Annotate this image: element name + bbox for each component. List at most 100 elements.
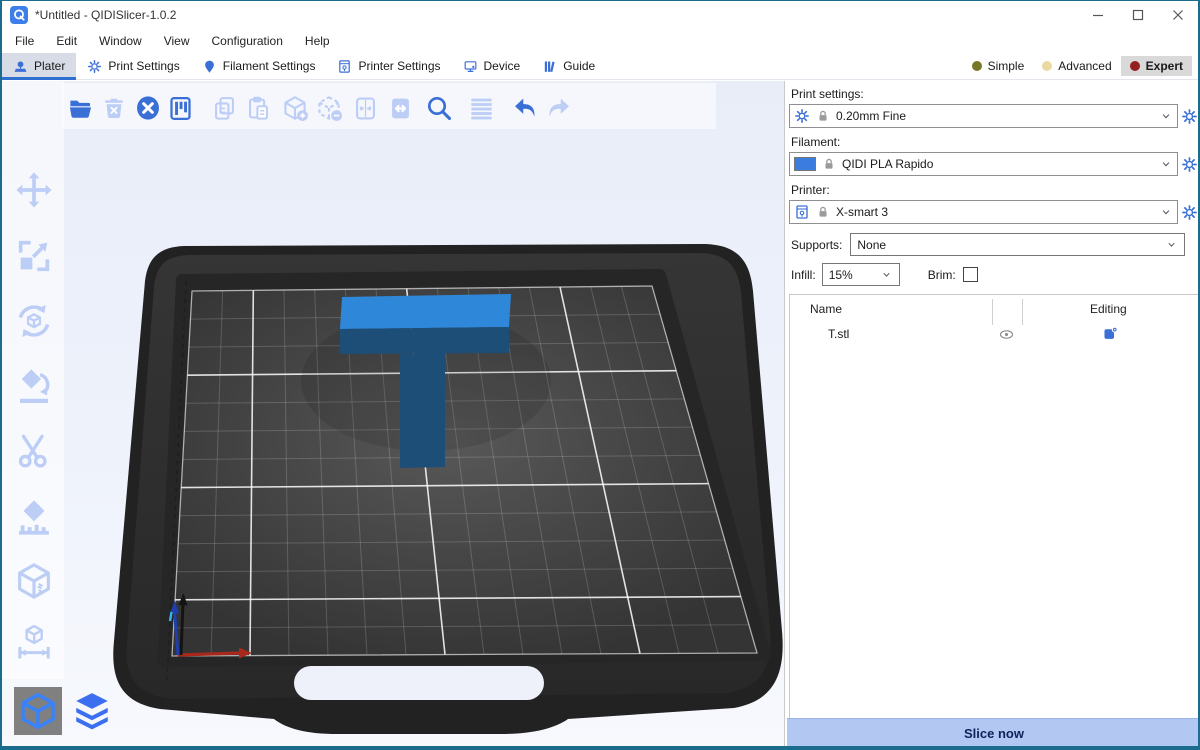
menu-window[interactable]: Window bbox=[88, 34, 153, 48]
menu-edit[interactable]: Edit bbox=[45, 34, 88, 48]
undo-button[interactable] bbox=[509, 90, 541, 126]
lock-icon bbox=[816, 205, 830, 219]
mode-label: Advanced bbox=[1058, 59, 1111, 73]
copy-button[interactable] bbox=[208, 90, 240, 126]
minimize-button[interactable] bbox=[1078, 1, 1118, 29]
chevron-down-icon bbox=[1159, 157, 1173, 171]
filament-gear-button[interactable] bbox=[1180, 152, 1198, 176]
printer-combo[interactable]: X-smart 3 bbox=[789, 200, 1178, 224]
mode-advanced[interactable]: Advanced bbox=[1033, 56, 1120, 76]
filament-combo[interactable]: QIDI PLA Rapido bbox=[789, 152, 1178, 176]
open-button[interactable] bbox=[64, 90, 96, 126]
titlebar: *Untitled - QIDISlicer-1.0.2 bbox=[2, 1, 1198, 29]
tab-plater[interactable]: Plater bbox=[2, 53, 76, 79]
maximize-button[interactable] bbox=[1118, 1, 1158, 29]
brim-checkbox[interactable] bbox=[963, 267, 978, 282]
gear-icon bbox=[87, 59, 102, 74]
delete-button[interactable] bbox=[98, 90, 130, 126]
mode-expert[interactable]: Expert bbox=[1121, 56, 1192, 76]
eye-icon[interactable] bbox=[998, 326, 1015, 343]
tab-printer-settings[interactable]: Printer Settings bbox=[326, 53, 451, 79]
split-to-objects-button[interactable] bbox=[349, 90, 381, 126]
column-divider bbox=[1022, 299, 1023, 325]
plater-icon bbox=[13, 59, 28, 74]
brim-label: Brim: bbox=[928, 268, 956, 282]
bed-handle-cutout bbox=[294, 666, 544, 700]
layers-icon bbox=[71, 690, 113, 732]
measure-button[interactable] bbox=[11, 617, 57, 665]
split-to-parts-button[interactable] bbox=[384, 90, 416, 126]
slice-now-button[interactable]: Slice now bbox=[787, 718, 1200, 747]
supports-label: Supports: bbox=[791, 238, 842, 252]
cube-icon bbox=[18, 691, 58, 731]
menu-configuration[interactable]: Configuration bbox=[201, 34, 294, 48]
remove-instance-button[interactable] bbox=[313, 90, 345, 126]
cut-button[interactable] bbox=[11, 427, 57, 475]
mode-switcher: Simple Advanced Expert bbox=[963, 53, 1198, 79]
variable-layer-height-button[interactable] bbox=[465, 90, 497, 126]
paint-supports-button[interactable] bbox=[11, 493, 57, 541]
print-settings-value: 0.20mm Fine bbox=[836, 109, 1153, 123]
print-settings-gear-button[interactable] bbox=[1180, 104, 1198, 128]
close-button[interactable] bbox=[1158, 1, 1198, 29]
tab-label: Plater bbox=[34, 59, 65, 73]
build-plate-render bbox=[2, 81, 784, 747]
menubar: File Edit Window View Configuration Help bbox=[2, 29, 1198, 53]
tab-filament-settings[interactable]: Filament Settings bbox=[191, 53, 327, 79]
tab-print-settings[interactable]: Print Settings bbox=[76, 53, 190, 79]
lock-icon bbox=[816, 109, 830, 123]
tab-guide[interactable]: Guide bbox=[531, 53, 606, 79]
object-settings-icon[interactable] bbox=[1102, 325, 1119, 342]
arrange-button[interactable] bbox=[164, 90, 196, 126]
add-instance-button[interactable] bbox=[279, 90, 311, 126]
advanced-mode-dot-icon bbox=[1042, 61, 1052, 71]
search-button[interactable] bbox=[423, 90, 455, 126]
window-title: *Untitled - QIDISlicer-1.0.2 bbox=[35, 8, 176, 22]
place-on-face-button[interactable] bbox=[11, 362, 57, 410]
chevron-down-icon bbox=[880, 268, 893, 281]
redo-button[interactable] bbox=[543, 90, 575, 126]
tab-device[interactable]: Device bbox=[452, 53, 532, 79]
tab-label: Guide bbox=[563, 59, 595, 73]
tabbar: Plater Print Settings Filament Settings … bbox=[2, 53, 1198, 80]
view-preview-button[interactable] bbox=[68, 687, 116, 735]
seam-painting-button[interactable] bbox=[11, 557, 57, 605]
app-logo-icon bbox=[10, 6, 28, 24]
filament-label: Filament: bbox=[791, 135, 1198, 149]
print-settings-combo[interactable]: 0.20mm Fine bbox=[789, 104, 1178, 128]
model-t-top-face bbox=[340, 294, 511, 329]
view-3d-editor-button[interactable] bbox=[14, 687, 62, 735]
print-settings-label: Print settings: bbox=[791, 87, 1198, 101]
chevron-down-icon bbox=[1165, 238, 1178, 251]
delete-all-button[interactable] bbox=[132, 90, 164, 126]
filament-color-swatch bbox=[794, 157, 816, 171]
gear-icon bbox=[794, 108, 810, 124]
infill-value: 15% bbox=[829, 268, 880, 282]
simple-mode-dot-icon bbox=[972, 61, 982, 71]
move-button[interactable] bbox=[11, 166, 57, 214]
printer-icon bbox=[794, 204, 810, 220]
object-row-name[interactable]: T.stl bbox=[828, 327, 849, 341]
books-icon bbox=[542, 59, 557, 74]
model-t-stem-front bbox=[400, 353, 445, 468]
printer-icon bbox=[337, 59, 352, 74]
chevron-down-icon bbox=[1159, 109, 1173, 123]
tab-label: Printer Settings bbox=[358, 59, 440, 73]
supports-select[interactable]: None bbox=[850, 233, 1185, 256]
printer-gear-button[interactable] bbox=[1180, 200, 1198, 224]
paste-button[interactable] bbox=[242, 90, 274, 126]
supports-value: None bbox=[857, 238, 1165, 252]
column-header-editing: Editing bbox=[1090, 302, 1127, 316]
scale-button[interactable] bbox=[11, 232, 57, 280]
infill-select[interactable]: 15% bbox=[822, 263, 900, 286]
rotate-button[interactable] bbox=[11, 297, 57, 345]
menu-help[interactable]: Help bbox=[294, 34, 341, 48]
expert-mode-dot-icon bbox=[1130, 61, 1140, 71]
mode-label: Expert bbox=[1146, 59, 1183, 73]
3d-viewport[interactable] bbox=[2, 81, 784, 747]
column-header-name: Name bbox=[810, 302, 842, 316]
mode-simple[interactable]: Simple bbox=[963, 56, 1034, 76]
infill-label: Infill: bbox=[791, 268, 816, 282]
menu-view[interactable]: View bbox=[153, 34, 201, 48]
menu-file[interactable]: File bbox=[4, 34, 45, 48]
